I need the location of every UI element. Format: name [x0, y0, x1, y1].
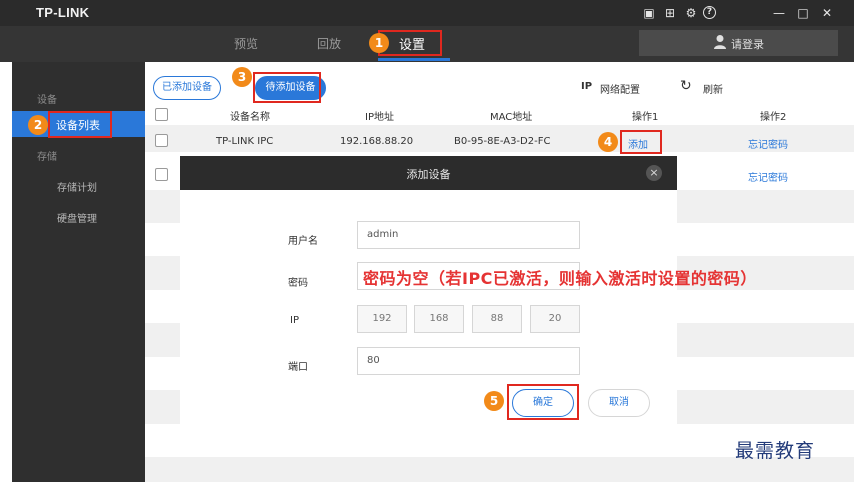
minimize-icon[interactable]: —: [771, 5, 787, 21]
column-header-op2: 操作2: [760, 112, 787, 123]
dialog-header: 添加设备 ×: [180, 156, 677, 190]
tab-active-indicator: [378, 58, 450, 61]
title-bar: TP-LINK ▣ ⊞ ⚙ ? — □ ✕: [0, 0, 854, 26]
sidebar-item-disk-management[interactable]: 硬盘管理: [57, 210, 97, 225]
sidebar-item-storage-plan[interactable]: 存储计划: [57, 179, 97, 194]
port-field[interactable]: 80: [357, 347, 580, 375]
monitor-icon[interactable]: ▣: [641, 5, 657, 21]
sidebar-section-storage: 存储: [37, 152, 57, 163]
tab-playback[interactable]: 回放: [317, 35, 341, 52]
password-label: 密码: [288, 278, 308, 289]
step-badge-3: 3: [232, 67, 252, 87]
ip-octet-3[interactable]: 88: [472, 305, 522, 333]
device-ip: 192.168.88.20: [340, 136, 414, 147]
highlight-box-add-link: [620, 130, 662, 154]
step-badge-5: 5: [484, 391, 504, 411]
column-header-op1: 操作1: [632, 112, 659, 123]
ip-octet-2[interactable]: 168: [414, 305, 464, 333]
ip-label: IP: [290, 315, 299, 326]
watermark: 最需教育: [735, 440, 816, 462]
step-badge-4: 4: [598, 132, 618, 152]
username-field[interactable]: admin: [357, 221, 580, 249]
column-header-mac: MAC地址: [490, 112, 533, 123]
ip-octet-4[interactable]: 20: [530, 305, 580, 333]
highlight-box-confirm: [507, 384, 579, 420]
dialog-close-icon[interactable]: ×: [646, 165, 662, 181]
cancel-button[interactable]: 取消: [588, 389, 650, 417]
highlight-box-device-list: [48, 111, 112, 138]
highlight-box-pending-tab: [253, 72, 321, 103]
refresh-button[interactable]: 刷新: [703, 81, 723, 96]
ip-octet-1[interactable]: 192: [357, 305, 407, 333]
login-label: 请登录: [731, 38, 764, 51]
step-badge-2: 2: [28, 115, 48, 135]
app-logo: TP-LINK: [36, 5, 90, 20]
device-name: TP-LINK IPC: [216, 136, 274, 147]
tab-added-devices[interactable]: 已添加设备: [153, 76, 221, 100]
column-header-name: 设备名称: [230, 112, 270, 123]
step-badge-1: 1: [369, 33, 389, 53]
column-header-ip: IP地址: [365, 112, 394, 123]
maximize-icon[interactable]: □: [795, 5, 811, 21]
tab-preview[interactable]: 预览: [234, 35, 258, 52]
close-icon[interactable]: ✕: [819, 5, 835, 21]
dialog-title: 添加设备: [406, 168, 451, 181]
forgot-password-link[interactable]: 忘记密码: [748, 136, 788, 151]
login-button[interactable]: 请登录: [639, 30, 838, 56]
ip-config-prefix: IP: [581, 81, 593, 92]
gear-icon[interactable]: ⚙: [683, 5, 699, 21]
help-icon[interactable]: ?: [703, 6, 716, 19]
username-label: 用户名: [288, 236, 318, 247]
forgot-password-link[interactable]: 忘记密码: [748, 169, 788, 184]
network-config-button[interactable]: 网络配置: [600, 81, 640, 96]
device-mac: B0-95-8E-A3-D2-FC: [454, 136, 551, 147]
row-checkbox[interactable]: [155, 134, 168, 147]
sidebar-section-device: 设备: [37, 95, 57, 106]
select-all-checkbox[interactable]: [155, 108, 168, 121]
grid-icon[interactable]: ⊞: [662, 5, 678, 21]
port-label: 端口: [288, 362, 308, 373]
row-checkbox[interactable]: [155, 168, 168, 181]
user-icon: [714, 35, 726, 49]
refresh-icon[interactable]: ↻: [680, 78, 692, 94]
password-annotation: 密码为空（若IPC已激活，则输入激活时设置的密码）: [363, 269, 757, 288]
